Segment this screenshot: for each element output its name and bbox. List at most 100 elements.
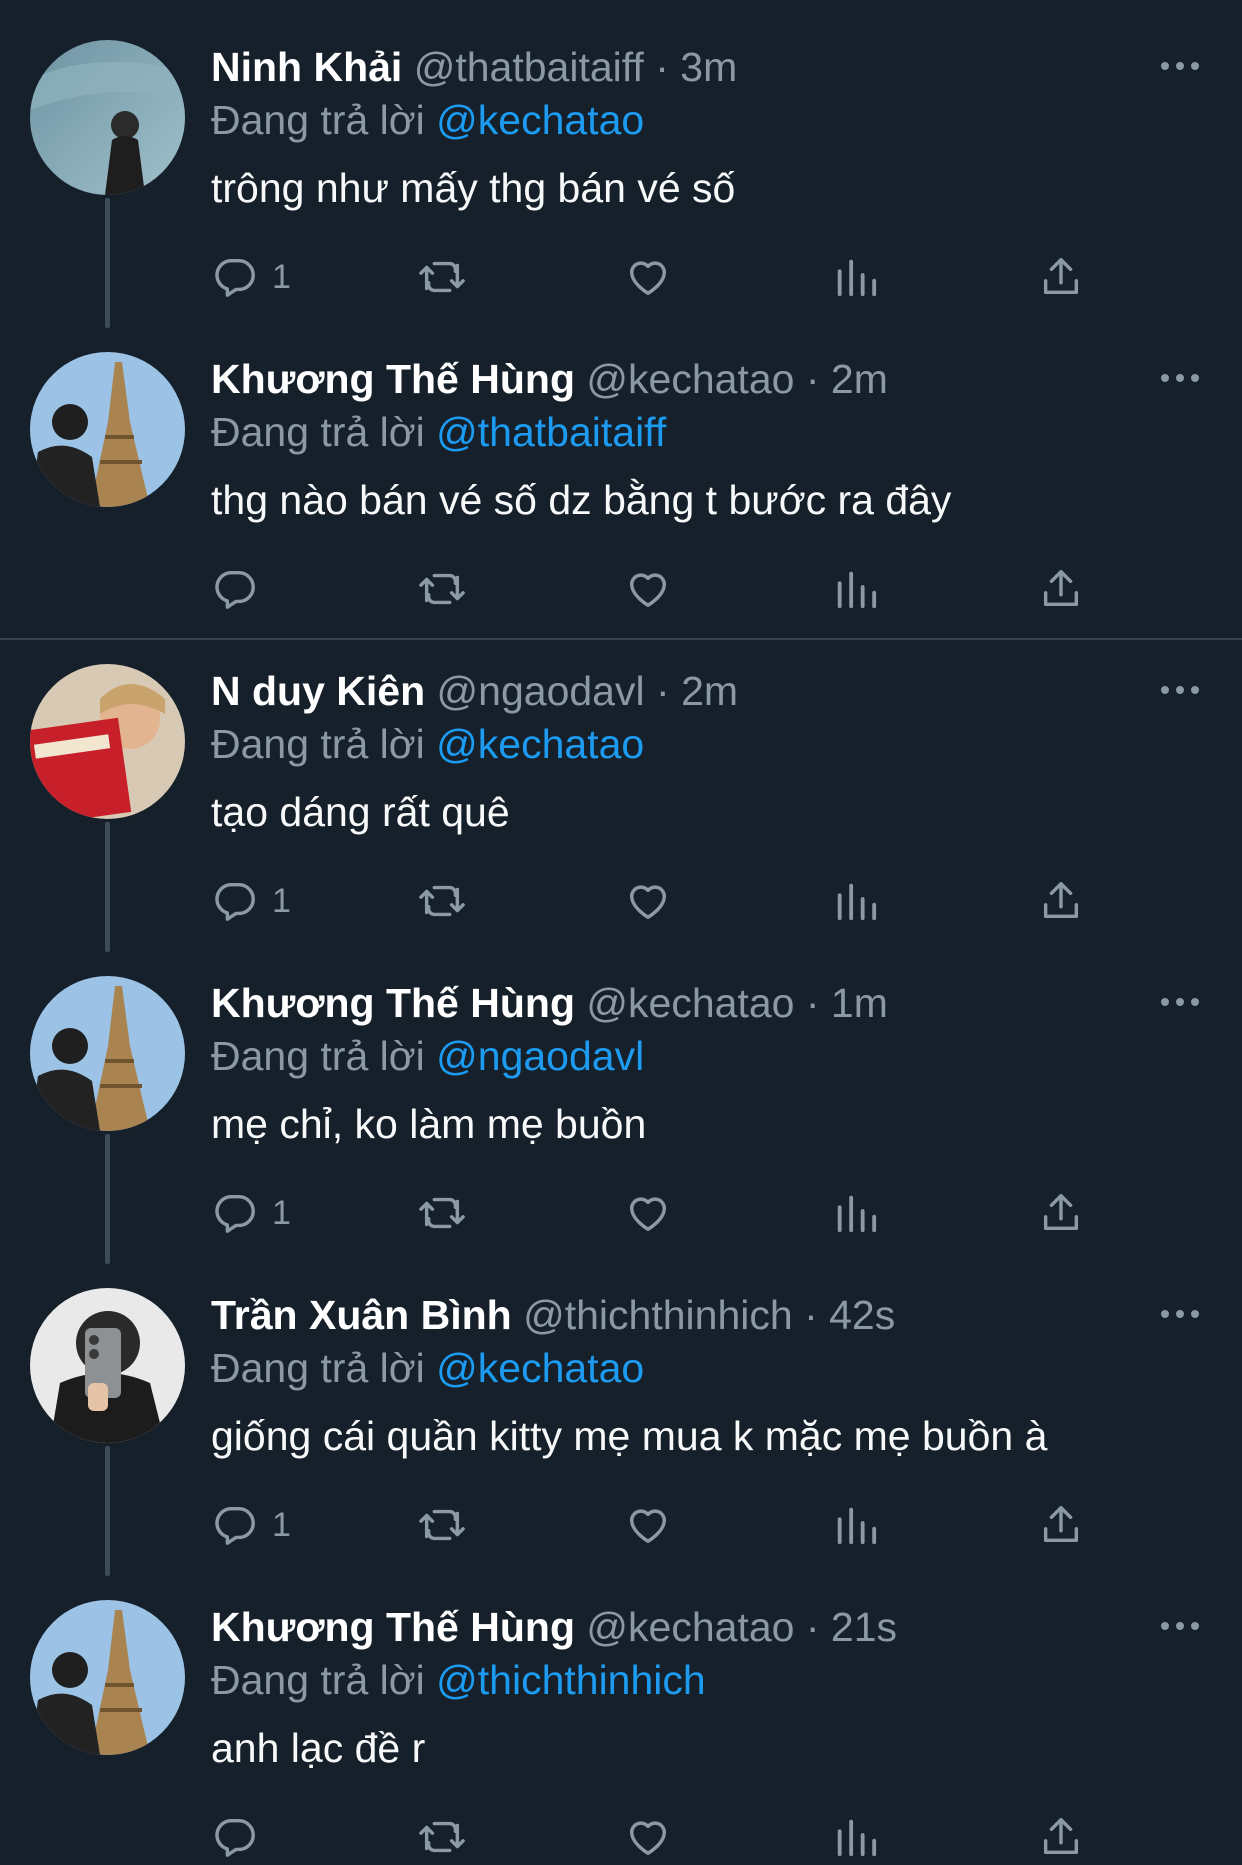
display-name[interactable]: Khương Thế Hùng (211, 980, 575, 1026)
reply-button[interactable]: 1 (212, 1188, 291, 1238)
views-button[interactable] (832, 876, 878, 926)
replying-to-mention[interactable]: @thatbaitaiff (436, 409, 666, 455)
user-handle[interactable]: @kechatao (586, 1604, 794, 1650)
views-button[interactable] (832, 1812, 878, 1862)
user-handle[interactable]: @thichthinhich (523, 1292, 793, 1338)
share-upload-icon (1043, 882, 1079, 919)
tweet[interactable]: Khương Thế Hùng @kechatao · 21s Đang trả… (0, 1560, 1242, 1865)
tweet[interactable]: Khương Thế Hùng @kechatao · 2m Đang trả … (0, 312, 1242, 624)
replying-to-mention[interactable]: @ngaodavl (436, 1033, 644, 1079)
share-upload-icon (1043, 1818, 1079, 1855)
user-handle[interactable]: @kechatao (586, 356, 794, 402)
timestamp[interactable]: 1m (831, 980, 888, 1026)
avatar[interactable] (30, 664, 185, 819)
replying-to-mention[interactable]: @kechatao (436, 1345, 644, 1391)
avatar[interactable] (30, 1288, 185, 1443)
retweet-button[interactable] (417, 252, 467, 302)
tweet-text: mẹ chỉ, ko làm mẹ buồn (211, 1101, 647, 1147)
user-handle[interactable]: @ngaodavl (437, 668, 645, 714)
reply-count: 1 (272, 882, 291, 920)
views-button[interactable] (832, 1188, 878, 1238)
reply-button[interactable]: 1 (212, 1500, 291, 1550)
heart-icon (629, 261, 667, 296)
more-options-button[interactable] (1155, 362, 1205, 394)
reply-button[interactable]: 1 (212, 876, 291, 926)
separator-dot: · (805, 356, 820, 402)
views-button[interactable] (832, 564, 878, 614)
display-name[interactable]: N duy Kiên (211, 668, 425, 714)
replying-to-mention[interactable]: @kechatao (436, 721, 644, 767)
reply-button[interactable]: 1 (212, 252, 291, 302)
tweet-actions (0, 1812, 1242, 1862)
user-handle[interactable]: @thatbaitaiff (414, 44, 644, 90)
tweet-actions: 1 (0, 876, 1242, 926)
share-button[interactable] (1038, 1812, 1084, 1862)
retweet-button[interactable] (417, 1812, 467, 1862)
avatar[interactable] (30, 40, 185, 195)
tweet-text: tạo dáng rất quê (211, 789, 510, 835)
replying-to-label: Đang trả lời (211, 1657, 425, 1703)
replying-to-mention[interactable]: @kechatao (436, 97, 644, 143)
replying-to-mention[interactable]: @thichthinhich (436, 1657, 706, 1703)
retweet-button[interactable] (417, 564, 467, 614)
timestamp[interactable]: 42s (829, 1292, 895, 1338)
share-button[interactable] (1038, 252, 1084, 302)
like-button[interactable] (625, 252, 671, 302)
like-button[interactable] (625, 1188, 671, 1238)
share-upload-icon (1043, 1194, 1079, 1231)
views-bar-chart-icon (837, 1507, 877, 1545)
retweet-button[interactable] (417, 1188, 467, 1238)
reply-bubble-icon (215, 1506, 255, 1545)
tweet[interactable]: Trần Xuân Bình @thichthinhich · 42s Đang… (0, 1248, 1242, 1576)
tweet[interactable]: Ninh Khải @thatbaitaiff · 3m Đang trả lờ… (0, 0, 1242, 328)
more-options-button[interactable] (1155, 1610, 1205, 1642)
retweet-button[interactable] (417, 876, 467, 926)
timestamp[interactable]: 3m (680, 44, 737, 90)
tweet[interactable]: N duy Kiên @ngaodavl · 2m Đang trả lời @… (0, 624, 1242, 952)
replying-to-label: Đang trả lời (211, 1033, 425, 1079)
tweet-header: Ninh Khải @thatbaitaiff · 3m (211, 42, 737, 92)
share-button[interactable] (1038, 876, 1084, 926)
views-button[interactable] (832, 1500, 878, 1550)
views-bar-chart-icon (837, 1195, 877, 1233)
display-name[interactable]: Ninh Khải (211, 44, 402, 90)
replying-to-label: Đang trả lời (211, 721, 425, 767)
share-button[interactable] (1038, 1188, 1084, 1238)
avatar[interactable] (30, 1600, 185, 1755)
like-button[interactable] (625, 1500, 671, 1550)
heart-icon (629, 1509, 667, 1544)
views-bar-chart-icon (837, 259, 877, 297)
retweet-icon (419, 885, 465, 917)
retweet-button[interactable] (417, 1500, 467, 1550)
avatar[interactable] (30, 976, 185, 1131)
user-handle[interactable]: @kechatao (586, 980, 794, 1026)
timestamp[interactable]: 2m (681, 668, 738, 714)
display-name[interactable]: Khương Thế Hùng (211, 1604, 575, 1650)
display-name[interactable]: Khương Thế Hùng (211, 356, 575, 402)
replying-to-line: Đang trả lời @kechatao (211, 95, 644, 145)
more-dots-icon (1161, 686, 1199, 694)
replying-to-line: Đang trả lời @ngaodavl (211, 1031, 644, 1081)
reply-bubble-icon (215, 1194, 255, 1233)
more-options-button[interactable] (1155, 674, 1205, 706)
like-button[interactable] (625, 1812, 671, 1862)
retweet-icon (419, 261, 465, 293)
like-button[interactable] (625, 564, 671, 614)
more-options-button[interactable] (1155, 986, 1205, 1018)
heart-icon (629, 1197, 667, 1232)
more-options-button[interactable] (1155, 50, 1205, 82)
reply-button[interactable] (212, 1812, 272, 1862)
tweet[interactable]: Khương Thế Hùng @kechatao · 1m Đang trả … (0, 936, 1242, 1264)
avatar[interactable] (30, 352, 185, 507)
share-button[interactable] (1038, 1500, 1084, 1550)
views-button[interactable] (832, 252, 878, 302)
separator-dot: · (804, 1292, 818, 1338)
share-button[interactable] (1038, 564, 1084, 614)
display-name[interactable]: Trần Xuân Bình (211, 1292, 512, 1338)
more-options-button[interactable] (1155, 1298, 1205, 1330)
reply-button[interactable] (212, 564, 272, 614)
timestamp[interactable]: 2m (831, 356, 888, 402)
timestamp[interactable]: 21s (831, 1604, 897, 1650)
retweet-icon (419, 1509, 465, 1541)
like-button[interactable] (625, 876, 671, 926)
